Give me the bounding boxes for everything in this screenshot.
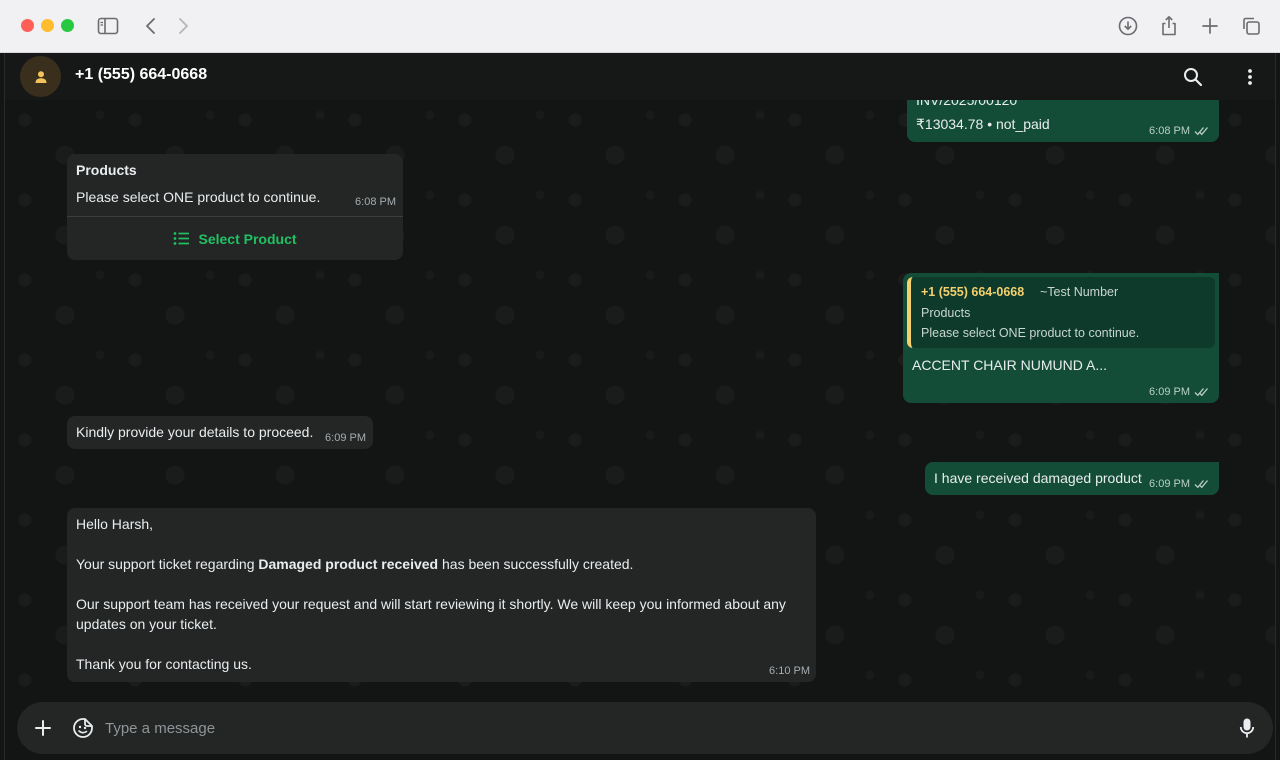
browser-toolbar	[0, 0, 1280, 53]
ticket-greeting: Hello Harsh,	[76, 516, 154, 532]
whatsapp-app: +1 (555) 664-0668 INV/2025/00120 ₹13034.…	[0, 53, 1280, 760]
contact-name[interactable]: +1 (555) 664-0668	[75, 66, 207, 84]
message-time: 6:09 PM	[1149, 386, 1210, 398]
double-check-icon	[1194, 480, 1208, 489]
plus-icon[interactable]	[31, 716, 55, 740]
message-details: Kindly provide your details to proceed. …	[67, 416, 373, 449]
details-text: Kindly provide your details to proceed.	[76, 424, 314, 440]
select-product-button[interactable]: Select Product	[67, 217, 403, 260]
reply-text: ACCENT CHAIR NUMUND A...	[912, 357, 1107, 373]
quoted-text: Please select ONE product to continue.	[921, 326, 1140, 340]
quoted-sender: +1 (555) 664-0668	[921, 285, 1025, 299]
damaged-text: I have received damaged product	[934, 470, 1142, 486]
double-check-icon	[1194, 127, 1208, 136]
chat-header: +1 (555) 664-0668	[5, 53, 1275, 100]
plus-icon[interactable]	[1198, 14, 1222, 38]
minimize-window-button[interactable]	[41, 19, 54, 32]
invoice-number: INV/2025/00120	[916, 100, 1018, 108]
double-check-icon	[1194, 388, 1208, 397]
message-time: 6:08 PM	[1149, 125, 1210, 137]
message-composer	[17, 702, 1273, 754]
ticket-created-line: Your support ticket regarding Damaged pr…	[76, 556, 634, 572]
invoice-amount: ₹13034.78 • not_paid	[916, 116, 1050, 132]
more-vertical-icon[interactable]	[1238, 65, 1262, 89]
message-ticket: Hello Harsh, Your support ticket regardi…	[67, 508, 816, 682]
sidebar-icon[interactable]	[96, 14, 120, 38]
message-time: 6:10 PM	[769, 665, 810, 677]
quoted-title: Products	[921, 306, 971, 320]
select-product-label: Select Product	[198, 230, 297, 247]
message-time: 6:09 PM	[1149, 478, 1210, 490]
download-icon[interactable]	[1116, 14, 1140, 38]
avatar[interactable]	[20, 56, 61, 97]
message-damaged[interactable]: I have received damaged product 6:09 PM	[925, 462, 1219, 495]
ticket-subject: Damaged product received	[258, 556, 439, 572]
message-reply[interactable]: +1 (555) 664-0668 ~Test Number Products …	[903, 273, 1219, 403]
products-text: Please select ONE product to continue.	[76, 189, 321, 205]
share-icon[interactable]	[1157, 14, 1181, 38]
mic-icon[interactable]	[1235, 716, 1259, 740]
sticker-icon[interactable]	[71, 716, 95, 740]
message-time: 6:09 PM	[325, 432, 366, 444]
person-icon	[35, 70, 46, 83]
ticket-review-line: Our support team has received your reque…	[76, 596, 786, 632]
message-input[interactable]	[105, 716, 1185, 740]
ticket-thanks-line: Thank you for contacting us.	[76, 656, 252, 672]
chevron-left-icon[interactable]	[139, 14, 163, 38]
list-icon	[174, 232, 190, 245]
message-invoice[interactable]: INV/2025/00120 ₹13034.78 • not_paid 6:08…	[907, 100, 1219, 142]
message-list[interactable]: INV/2025/00120 ₹13034.78 • not_paid 6:08…	[5, 100, 1275, 700]
close-window-button[interactable]	[21, 19, 34, 32]
quoted-alias: ~Test Number	[1040, 285, 1119, 299]
tabs-icon[interactable]	[1239, 14, 1263, 38]
chevron-right-icon[interactable]	[171, 14, 195, 38]
message-products: Products Please select ONE product to co…	[67, 154, 403, 260]
search-icon[interactable]	[1181, 65, 1205, 89]
message-time: 6:08 PM	[355, 196, 396, 208]
zoom-window-button[interactable]	[61, 19, 74, 32]
quoted-message[interactable]: +1 (555) 664-0668 ~Test Number Products …	[907, 277, 1215, 348]
products-title: Products	[76, 162, 137, 178]
